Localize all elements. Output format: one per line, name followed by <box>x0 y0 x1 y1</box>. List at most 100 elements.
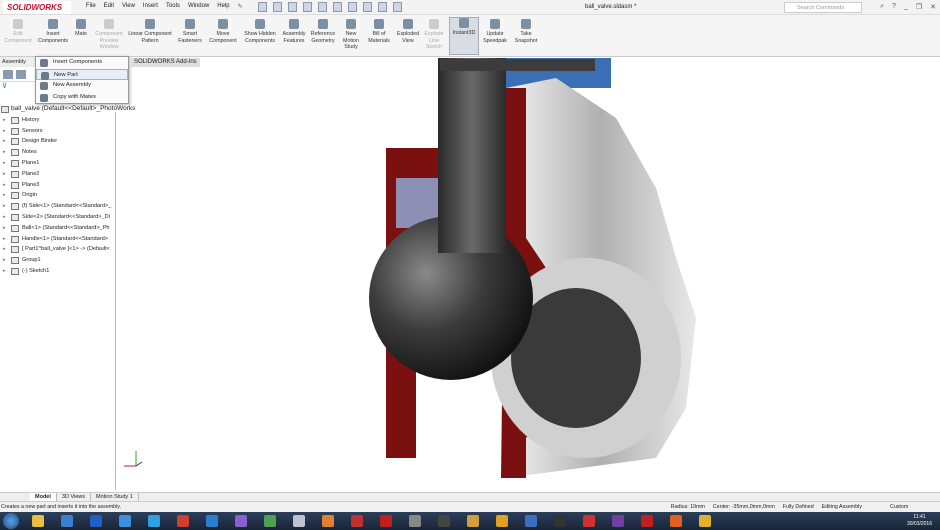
move-component-button[interactable]: Move Component <box>206 19 240 44</box>
taskbar-app-icon[interactable] <box>409 515 421 527</box>
taskbar-app-icon[interactable] <box>496 515 508 527</box>
menu-item-new-assembly[interactable]: New Assembly <box>36 80 128 92</box>
show-hidden-button[interactable]: Show Hidden Components <box>244 19 276 44</box>
menu-item-insert-components[interactable]: Insert Components <box>36 57 128 69</box>
tree-item[interactable]: ▸[ Part1^ball_valve ]<1> -> (Default< <box>0 244 116 255</box>
redo-icon[interactable] <box>333 2 342 12</box>
expand-icon[interactable]: ▸ <box>3 147 6 158</box>
taskbar-app-icon[interactable] <box>438 515 450 527</box>
tree-item[interactable]: ▸ Origin <box>0 190 116 201</box>
expand-icon[interactable]: ▸ <box>3 255 6 266</box>
tab-assembly[interactable]: Assembly <box>2 59 26 65</box>
tree-item[interactable]: ▸ Plane2 <box>0 169 116 180</box>
tree-item[interactable]: ▸ (f) Side<1> (Standard<<Standard>_ <box>0 201 116 212</box>
tree-item[interactable]: ▸ Group1 <box>0 255 116 266</box>
taskbar-app-icon[interactable] <box>670 515 682 527</box>
expand-icon[interactable]: ▸ <box>3 212 6 223</box>
linear-pattern-button[interactable]: Linear Component Pattern <box>126 19 174 44</box>
taskbar-app-icon[interactable] <box>322 515 334 527</box>
save-icon[interactable] <box>288 2 297 12</box>
expand-icon[interactable]: ▸ <box>3 126 6 137</box>
expand-icon[interactable]: ▸ <box>3 223 6 234</box>
taskbar-app-icon[interactable] <box>32 515 44 527</box>
bill-of-materials-button[interactable]: Bill of Materials <box>366 19 392 44</box>
feature-manager-tab-icon[interactable] <box>3 70 13 79</box>
taskbar-app-icon[interactable] <box>206 515 218 527</box>
menu-item-copy-with-mates[interactable]: Copy with Mates <box>36 92 128 104</box>
taskbar-app-icon[interactable] <box>119 515 131 527</box>
menu-view[interactable]: View <box>122 3 135 10</box>
taskbar-app-icon[interactable] <box>61 515 73 527</box>
taskbar-app-icon[interactable] <box>554 515 566 527</box>
open-icon[interactable] <box>273 2 282 12</box>
taskbar-app-icon[interactable] <box>583 515 595 527</box>
file-properties-icon[interactable] <box>378 2 387 12</box>
mate-button[interactable]: Mate <box>72 19 90 38</box>
tree-item[interactable]: ▸ Plane3 <box>0 180 116 191</box>
update-speedpak-button[interactable]: Update Speedpak <box>481 19 509 44</box>
property-manager-tab-icon[interactable] <box>16 70 26 79</box>
tree-item[interactable]: ▸ Handle<1> (Standard<<Standard> <box>0 234 116 245</box>
menu-help[interactable]: Help <box>217 3 229 10</box>
take-snapshot-button[interactable]: Take Snapshot <box>512 19 540 44</box>
tree-item[interactable]: ▸ Notes <box>0 147 116 158</box>
solidworks-logo[interactable]: SOLIDWORKS <box>3 1 71 14</box>
expand-icon[interactable]: ▸ <box>3 115 6 126</box>
expand-icon[interactable]: ▸ <box>3 244 6 255</box>
taskbar-app-icon[interactable] <box>177 515 189 527</box>
undo-icon[interactable] <box>318 2 327 12</box>
taskbar-app-icon[interactable] <box>351 515 363 527</box>
menu-edit[interactable]: Edit <box>104 3 114 10</box>
taskbar-app-icon[interactable] <box>699 515 711 527</box>
menu-item-new-part[interactable]: New Part <box>36 68 128 80</box>
assembly-features-button[interactable]: Assembly Features <box>281 19 307 44</box>
expand-icon[interactable]: ▸ <box>3 234 6 245</box>
select-icon[interactable] <box>348 2 357 12</box>
tree-item[interactable]: ▸ Ball<1> (Standard<<Standard>_Ph <box>0 223 116 234</box>
edit-component-button[interactable]: Edit Component <box>4 19 32 44</box>
menu-insert[interactable]: Insert <box>143 3 158 10</box>
exploded-view-button[interactable]: Exploded View <box>396 19 420 44</box>
options-gear-icon[interactable] <box>393 2 402 12</box>
taskbar-app-icon[interactable] <box>525 515 537 527</box>
expand-icon[interactable]: ▸ <box>3 136 6 147</box>
minimize-icon[interactable]: _ <box>904 3 908 11</box>
taskbar-app-icon[interactable] <box>148 515 160 527</box>
menu-window[interactable]: Window <box>188 3 209 10</box>
taskbar-app-icon[interactable] <box>612 515 624 527</box>
rebuild-icon[interactable] <box>363 2 372 12</box>
tree-item[interactable]: ▸ Sensors <box>0 126 116 137</box>
tree-item[interactable]: ▸ Side<2> (Standard<<Standard>_Di <box>0 212 116 223</box>
tree-item[interactable]: ▸ Plane1 <box>0 158 116 169</box>
expand-icon[interactable]: ▸ <box>3 169 6 180</box>
expand-icon[interactable]: ▸ <box>3 180 6 191</box>
menu-tools[interactable]: Tools <box>166 3 180 10</box>
menu-file[interactable]: File <box>86 3 96 10</box>
close-icon[interactable]: ✕ <box>930 3 936 11</box>
expand-icon[interactable]: ▸ <box>3 190 6 201</box>
taskbar-app-icon[interactable] <box>293 515 305 527</box>
help-icon[interactable]: ? <box>892 3 896 11</box>
search-commands-input[interactable]: Search Commands <box>784 2 862 13</box>
expand-icon[interactable]: ▸ <box>3 201 6 212</box>
taskbar-app-icon[interactable] <box>90 515 102 527</box>
reference-geometry-button[interactable]: Reference Geometry <box>309 19 337 44</box>
restore-icon[interactable]: ❐ <box>916 3 922 11</box>
taskbar-app-icon[interactable] <box>641 515 653 527</box>
pin-icon[interactable]: ✎ <box>238 3 243 10</box>
tab-solidworks-addins[interactable]: SOLIDWORKS Add-Ins <box>131 58 200 67</box>
graphics-area[interactable] <box>116 58 940 490</box>
search-icon[interactable]: ⌕ <box>880 3 884 11</box>
new-motion-study-button[interactable]: New Motion Study <box>340 19 362 51</box>
heads-up-view-toolbar[interactable] <box>440 59 595 71</box>
tab-3d-views[interactable]: 3D Views <box>57 493 92 501</box>
instant3d-button[interactable]: Instant3D <box>449 17 479 55</box>
tree-item[interactable]: ▸ History <box>0 115 116 126</box>
explode-line-sketch-button[interactable]: Explode Line Sketch <box>422 19 446 51</box>
tab-model[interactable]: Model <box>30 493 57 501</box>
taskbar-app-icon[interactable] <box>380 515 392 527</box>
taskbar-app-icon[interactable] <box>264 515 276 527</box>
taskbar-app-icon[interactable] <box>467 515 479 527</box>
tree-root[interactable]: ball_valve (Default<<Default>_PhotoWorks <box>0 104 138 115</box>
tab-motion-study[interactable]: Motion Study 1 <box>91 493 139 501</box>
